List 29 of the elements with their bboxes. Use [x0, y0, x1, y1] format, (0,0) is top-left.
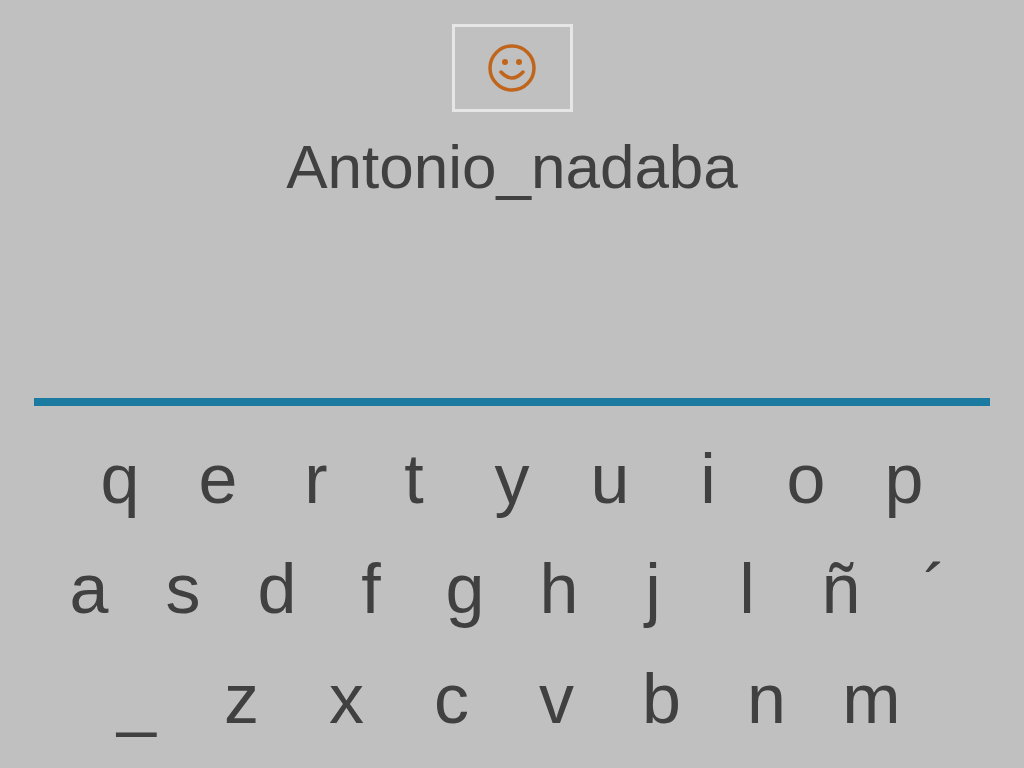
letter-key[interactable]: z: [189, 654, 294, 744]
letter-key[interactable]: g: [418, 544, 512, 634]
letter-key[interactable]: s: [136, 544, 230, 634]
letter-key[interactable]: f: [324, 544, 418, 634]
letter-key[interactable]: b: [609, 654, 714, 744]
smiley-icon: [487, 43, 537, 93]
letter-key[interactable]: x: [294, 654, 399, 744]
target-word: Antonio_nadaba: [286, 131, 738, 203]
letter-key[interactable]: d: [230, 544, 324, 634]
letter-key[interactable]: p: [855, 434, 953, 524]
letter-key[interactable]: a: [42, 544, 136, 634]
letter-key[interactable]: c: [399, 654, 504, 744]
letter-key[interactable]: ñ: [794, 544, 888, 634]
letter-key[interactable]: m: [819, 654, 924, 744]
letter-key[interactable]: r: [267, 434, 365, 524]
letter-key[interactable]: e: [169, 434, 267, 524]
letter-key[interactable]: u: [561, 434, 659, 524]
letter-key[interactable]: t: [365, 434, 463, 524]
letter-key[interactable]: j: [606, 544, 700, 634]
letter-key[interactable]: i: [659, 434, 757, 524]
letter-key[interactable]: _: [84, 654, 189, 744]
letter-key[interactable]: l: [700, 544, 794, 634]
letter-key[interactable]: h: [512, 544, 606, 634]
letter-key[interactable]: n: [714, 654, 819, 744]
letter-key[interactable]: q: [71, 434, 169, 524]
letter-key[interactable]: v: [504, 654, 609, 744]
letter-key[interactable]: o: [757, 434, 855, 524]
letter-key[interactable]: y: [463, 434, 561, 524]
letter-key[interactable]: ´: [888, 544, 982, 634]
